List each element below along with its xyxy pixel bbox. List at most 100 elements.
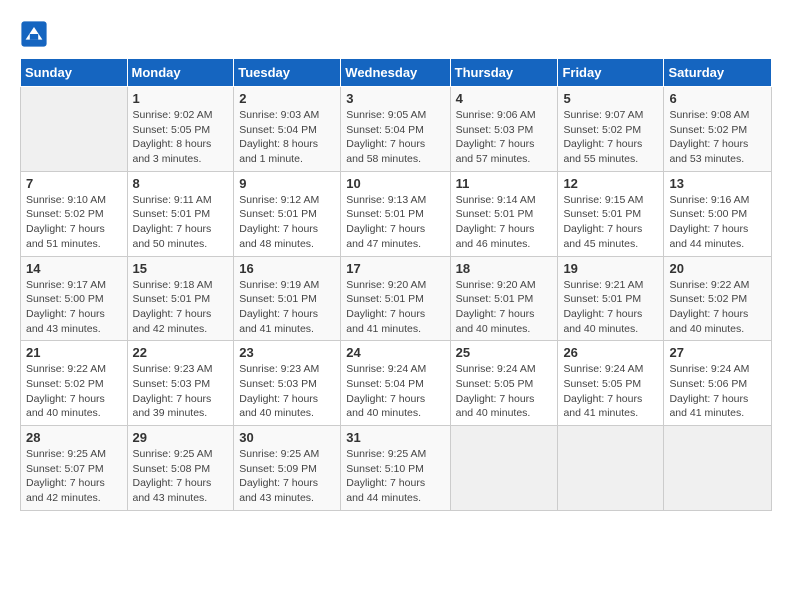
calendar-table: SundayMondayTuesdayWednesdayThursdayFrid… bbox=[20, 58, 772, 511]
day-info: Sunrise: 9:14 AMSunset: 5:01 PMDaylight:… bbox=[456, 193, 553, 252]
page-header bbox=[20, 20, 772, 48]
calendar-week-4: 21 Sunrise: 9:22 AMSunset: 5:02 PMDayligh… bbox=[21, 341, 772, 426]
calendar-cell bbox=[558, 426, 664, 511]
day-info: Sunrise: 9:13 AMSunset: 5:01 PMDaylight:… bbox=[346, 193, 444, 252]
header-saturday: Saturday bbox=[664, 59, 772, 87]
day-info: Sunrise: 9:20 AMSunset: 5:01 PMDaylight:… bbox=[456, 278, 553, 337]
calendar-cell bbox=[450, 426, 558, 511]
day-number: 3 bbox=[346, 91, 444, 106]
logo-icon bbox=[20, 20, 48, 48]
day-info: Sunrise: 9:19 AMSunset: 5:01 PMDaylight:… bbox=[239, 278, 335, 337]
calendar-cell: 29 Sunrise: 9:25 AMSunset: 5:08 PMDayligh… bbox=[127, 426, 234, 511]
calendar-cell: 24 Sunrise: 9:24 AMSunset: 5:04 PMDayligh… bbox=[341, 341, 450, 426]
day-number: 26 bbox=[563, 345, 658, 360]
day-number: 24 bbox=[346, 345, 444, 360]
calendar-week-3: 14 Sunrise: 9:17 AMSunset: 5:00 PMDayligh… bbox=[21, 256, 772, 341]
day-info: Sunrise: 9:25 AMSunset: 5:08 PMDaylight:… bbox=[133, 447, 229, 506]
day-number: 13 bbox=[669, 176, 766, 191]
day-info: Sunrise: 9:18 AMSunset: 5:01 PMDaylight:… bbox=[133, 278, 229, 337]
day-number: 8 bbox=[133, 176, 229, 191]
day-number: 30 bbox=[239, 430, 335, 445]
calendar-cell: 21 Sunrise: 9:22 AMSunset: 5:02 PMDayligh… bbox=[21, 341, 128, 426]
day-number: 19 bbox=[563, 261, 658, 276]
day-info: Sunrise: 9:10 AMSunset: 5:02 PMDaylight:… bbox=[26, 193, 122, 252]
header-monday: Monday bbox=[127, 59, 234, 87]
day-number: 18 bbox=[456, 261, 553, 276]
day-number: 14 bbox=[26, 261, 122, 276]
header-thursday: Thursday bbox=[450, 59, 558, 87]
header-friday: Friday bbox=[558, 59, 664, 87]
day-number: 28 bbox=[26, 430, 122, 445]
day-number: 29 bbox=[133, 430, 229, 445]
day-info: Sunrise: 9:24 AMSunset: 5:04 PMDaylight:… bbox=[346, 362, 444, 421]
day-info: Sunrise: 9:03 AMSunset: 5:04 PMDaylight:… bbox=[239, 108, 335, 167]
day-number: 17 bbox=[346, 261, 444, 276]
calendar-cell: 19 Sunrise: 9:21 AMSunset: 5:01 PMDayligh… bbox=[558, 256, 664, 341]
calendar-cell: 8Sunrise: 9:11 AMSunset: 5:01 PMDaylight… bbox=[127, 171, 234, 256]
calendar-cell: 31 Sunrise: 9:25 AMSunset: 5:10 PMDayligh… bbox=[341, 426, 450, 511]
calendar-cell: 7 Sunrise: 9:10 AMSunset: 5:02 PMDaylight… bbox=[21, 171, 128, 256]
calendar-week-2: 7 Sunrise: 9:10 AMSunset: 5:02 PMDaylight… bbox=[21, 171, 772, 256]
day-number: 23 bbox=[239, 345, 335, 360]
day-info: Sunrise: 9:21 AMSunset: 5:01 PMDaylight:… bbox=[563, 278, 658, 337]
day-info: Sunrise: 9:02 AMSunset: 5:05 PMDaylight:… bbox=[133, 108, 229, 167]
calendar-cell: 1Sunrise: 9:02 AMSunset: 5:05 PMDaylight… bbox=[127, 87, 234, 172]
day-number: 22 bbox=[133, 345, 229, 360]
day-info: Sunrise: 9:25 AMSunset: 5:10 PMDaylight:… bbox=[346, 447, 444, 506]
day-info: Sunrise: 9:25 AMSunset: 5:07 PMDaylight:… bbox=[26, 447, 122, 506]
day-info: Sunrise: 9:16 AMSunset: 5:00 PMDaylight:… bbox=[669, 193, 766, 252]
day-info: Sunrise: 9:24 AMSunset: 5:06 PMDaylight:… bbox=[669, 362, 766, 421]
logo bbox=[20, 20, 52, 48]
calendar-cell: 20Sunrise: 9:22 AMSunset: 5:02 PMDayligh… bbox=[664, 256, 772, 341]
day-number: 27 bbox=[669, 345, 766, 360]
calendar-cell: 27 Sunrise: 9:24 AMSunset: 5:06 PMDayligh… bbox=[664, 341, 772, 426]
calendar-cell: 12 Sunrise: 9:15 AMSunset: 5:01 PMDayligh… bbox=[558, 171, 664, 256]
day-info: Sunrise: 9:22 AMSunset: 5:02 PMDaylight:… bbox=[669, 278, 766, 337]
calendar-cell: 9Sunrise: 9:12 AMSunset: 5:01 PMDaylight… bbox=[234, 171, 341, 256]
calendar-week-1: 1Sunrise: 9:02 AMSunset: 5:05 PMDaylight… bbox=[21, 87, 772, 172]
day-info: Sunrise: 9:15 AMSunset: 5:01 PMDaylight:… bbox=[563, 193, 658, 252]
calendar-cell bbox=[21, 87, 128, 172]
day-number: 2 bbox=[239, 91, 335, 106]
day-info: Sunrise: 9:12 AMSunset: 5:01 PMDaylight:… bbox=[239, 193, 335, 252]
calendar-cell: 5Sunrise: 9:07 AMSunset: 5:02 PMDaylight… bbox=[558, 87, 664, 172]
calendar-cell: 13 Sunrise: 9:16 AMSunset: 5:00 PMDayligh… bbox=[664, 171, 772, 256]
day-number: 21 bbox=[26, 345, 122, 360]
calendar-cell: 28 Sunrise: 9:25 AMSunset: 5:07 PMDayligh… bbox=[21, 426, 128, 511]
day-number: 7 bbox=[26, 176, 122, 191]
calendar-cell: 18 Sunrise: 9:20 AMSunset: 5:01 PMDayligh… bbox=[450, 256, 558, 341]
header-tuesday: Tuesday bbox=[234, 59, 341, 87]
day-info: Sunrise: 9:25 AMSunset: 5:09 PMDaylight:… bbox=[239, 447, 335, 506]
day-number: 31 bbox=[346, 430, 444, 445]
day-number: 4 bbox=[456, 91, 553, 106]
header-sunday: Sunday bbox=[21, 59, 128, 87]
calendar-cell: 23 Sunrise: 9:23 AMSunset: 5:03 PMDayligh… bbox=[234, 341, 341, 426]
calendar-cell: 11Sunrise: 9:14 AMSunset: 5:01 PMDayligh… bbox=[450, 171, 558, 256]
day-info: Sunrise: 9:23 AMSunset: 5:03 PMDaylight:… bbox=[239, 362, 335, 421]
day-number: 10 bbox=[346, 176, 444, 191]
day-info: Sunrise: 9:07 AMSunset: 5:02 PMDaylight:… bbox=[563, 108, 658, 167]
header-wednesday: Wednesday bbox=[341, 59, 450, 87]
calendar-cell: 10 Sunrise: 9:13 AMSunset: 5:01 PMDayligh… bbox=[341, 171, 450, 256]
day-number: 6 bbox=[669, 91, 766, 106]
day-info: Sunrise: 9:08 AMSunset: 5:02 PMDaylight:… bbox=[669, 108, 766, 167]
calendar-cell: 3Sunrise: 9:05 AMSunset: 5:04 PMDaylight… bbox=[341, 87, 450, 172]
calendar-cell: 6 Sunrise: 9:08 AMSunset: 5:02 PMDaylight… bbox=[664, 87, 772, 172]
day-info: Sunrise: 9:06 AMSunset: 5:03 PMDaylight:… bbox=[456, 108, 553, 167]
day-info: Sunrise: 9:23 AMSunset: 5:03 PMDaylight:… bbox=[133, 362, 229, 421]
calendar-cell: 26Sunrise: 9:24 AMSunset: 5:05 PMDayligh… bbox=[558, 341, 664, 426]
day-number: 16 bbox=[239, 261, 335, 276]
calendar-cell: 25Sunrise: 9:24 AMSunset: 5:05 PMDayligh… bbox=[450, 341, 558, 426]
day-number: 12 bbox=[563, 176, 658, 191]
calendar-header: SundayMondayTuesdayWednesdayThursdayFrid… bbox=[21, 59, 772, 87]
calendar-week-5: 28 Sunrise: 9:25 AMSunset: 5:07 PMDayligh… bbox=[21, 426, 772, 511]
calendar-cell: 14 Sunrise: 9:17 AMSunset: 5:00 PMDayligh… bbox=[21, 256, 128, 341]
day-info: Sunrise: 9:20 AMSunset: 5:01 PMDaylight:… bbox=[346, 278, 444, 337]
day-info: Sunrise: 9:17 AMSunset: 5:00 PMDaylight:… bbox=[26, 278, 122, 337]
calendar-cell: 4 Sunrise: 9:06 AMSunset: 5:03 PMDaylight… bbox=[450, 87, 558, 172]
day-info: Sunrise: 9:22 AMSunset: 5:02 PMDaylight:… bbox=[26, 362, 122, 421]
day-info: Sunrise: 9:24 AMSunset: 5:05 PMDaylight:… bbox=[456, 362, 553, 421]
calendar-cell: 2 Sunrise: 9:03 AMSunset: 5:04 PMDaylight… bbox=[234, 87, 341, 172]
calendar-cell: 16 Sunrise: 9:19 AMSunset: 5:01 PMDayligh… bbox=[234, 256, 341, 341]
calendar-header-row: SundayMondayTuesdayWednesdayThursdayFrid… bbox=[21, 59, 772, 87]
